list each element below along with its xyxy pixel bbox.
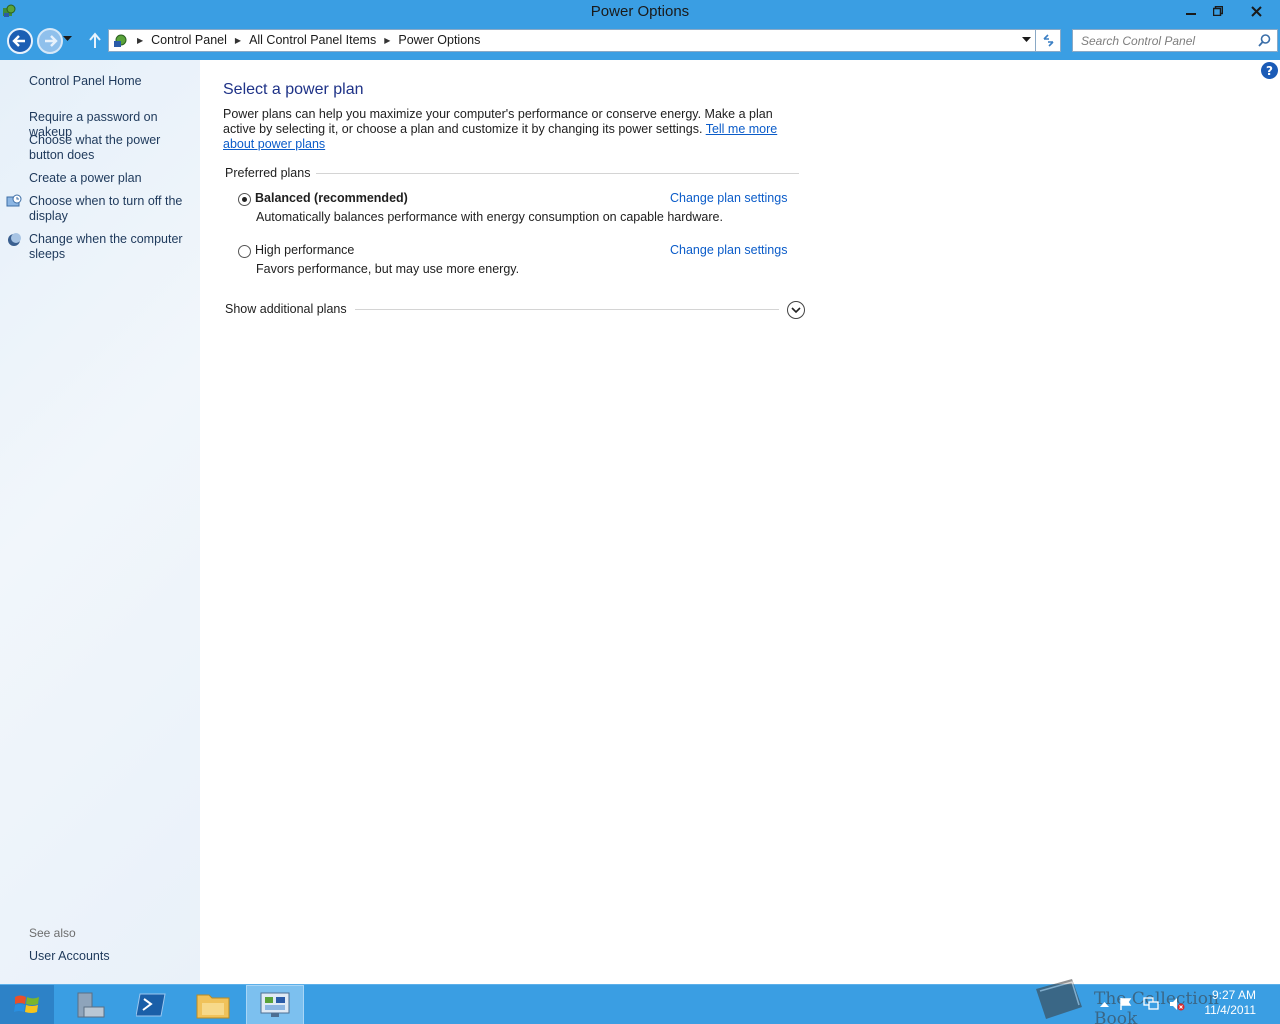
back-button[interactable] [7, 28, 33, 54]
windows-logo-icon [14, 995, 39, 1013]
arrow-up-icon[interactable] [88, 32, 102, 49]
title-bar[interactable]: Power Options [0, 0, 1280, 24]
show-additional-plans[interactable]: Show additional plans [225, 301, 805, 321]
taskbar-control-panel[interactable] [246, 985, 304, 1024]
plan-high-performance-radio[interactable] [238, 245, 251, 258]
window-title: Power Options [590, 3, 690, 20]
clock[interactable]: 9:27 AM 11/4/2011 [1204, 988, 1256, 1018]
control-panel-icon [114, 34, 127, 47]
breadcrumb-separator-icon[interactable]: ▶ [235, 36, 241, 45]
minimize-button[interactable] [1177, 0, 1204, 22]
breadcrumb-power-options[interactable]: Power Options [398, 33, 480, 47]
help-icon[interactable]: ? [1261, 62, 1278, 79]
clock-time: 9:27 AM [1211, 988, 1256, 1002]
chevron-down-icon[interactable] [1022, 37, 1031, 43]
sidebar-create-plan[interactable]: Create a power plan [29, 171, 197, 186]
control-panel-icon [260, 992, 290, 1017]
breadcrumb-separator-icon[interactable]: ▶ [137, 36, 143, 45]
system-tray [1100, 997, 1185, 1011]
plan-balanced-name[interactable]: Balanced (recommended) [255, 191, 408, 205]
sidebar: Control Panel Home Require a password on… [0, 60, 200, 984]
divider [349, 309, 779, 310]
preferred-plans-group: Preferred plans [225, 166, 799, 180]
flag-icon[interactable] [1119, 997, 1133, 1011]
sidebar-control-panel-home[interactable]: Control Panel Home [29, 74, 197, 89]
description-text: Power plans can help you maximize your c… [223, 107, 773, 136]
main-content: ? Select a power plan Power plans can he… [200, 60, 1280, 984]
taskbar-file-explorer[interactable] [184, 985, 242, 1024]
taskbar-powershell[interactable] [122, 985, 180, 1024]
plan-high-performance-name[interactable]: High performance [255, 243, 354, 257]
arrow-right-icon [45, 35, 58, 47]
close-button[interactable] [1234, 0, 1278, 22]
search-box[interactable] [1072, 29, 1278, 52]
folder-icon [196, 994, 230, 1019]
page-description: Power plans can help you maximize your c… [223, 107, 803, 152]
plan-high-performance-change-settings[interactable]: Change plan settings [670, 243, 787, 257]
restore-button[interactable] [1204, 0, 1231, 22]
close-icon [1250, 5, 1262, 17]
display-clock-icon [6, 194, 22, 207]
forward-button[interactable] [37, 28, 63, 54]
address-bar[interactable]: ▶ Control Panel ▶ All Control Panel Item… [108, 29, 1036, 52]
refresh-button[interactable] [1036, 29, 1061, 52]
taskbar: The Collection Book 9:27 AM 11/4/2011 [0, 979, 1280, 1024]
network-icon[interactable] [1143, 997, 1159, 1011]
refresh-icon [1042, 34, 1054, 47]
restore-icon [1212, 6, 1223, 16]
sidebar-computer-sleeps[interactable]: Change when the computer sleeps [29, 232, 197, 262]
chevron-down-icon [791, 306, 801, 313]
plan-balanced-description: Automatically balances performance with … [256, 210, 723, 224]
search-input[interactable] [1081, 31, 1251, 51]
sidebar-power-button[interactable]: Choose what the power button does [29, 133, 197, 163]
breadcrumb: ▶ Control Panel ▶ All Control Panel Item… [135, 33, 480, 47]
plan-balanced-change-settings[interactable]: Change plan settings [670, 191, 787, 205]
clock-date: 11/4/2011 [1204, 1003, 1256, 1017]
see-also-heading: See also [29, 926, 76, 940]
plan-balanced-radio[interactable] [238, 193, 251, 206]
taskbar-server-manager[interactable] [60, 985, 118, 1024]
navigation-bar: ▶ Control Panel ▶ All Control Panel Item… [0, 24, 1280, 60]
chevron-down-icon[interactable] [63, 36, 72, 42]
chevron-up-icon[interactable] [1100, 1001, 1109, 1007]
moon-icon [8, 233, 21, 246]
speaker-muted-icon[interactable] [1169, 997, 1185, 1011]
search-icon[interactable] [1258, 34, 1271, 47]
sidebar-turn-off-display[interactable]: Choose when to turn off the display [29, 194, 197, 224]
sidebar-user-accounts[interactable]: User Accounts [29, 949, 197, 964]
server-manager-icon [77, 992, 105, 1018]
page-title: Select a power plan [223, 81, 364, 98]
breadcrumb-all-items[interactable]: All Control Panel Items [249, 33, 376, 47]
minimize-icon [1185, 13, 1196, 15]
plan-high-performance-description: Favors performance, but may use more ene… [256, 262, 520, 276]
powershell-icon [136, 993, 166, 1017]
show-additional-plans-label[interactable]: Show additional plans [225, 302, 355, 316]
arrow-left-icon [12, 35, 25, 47]
expand-button[interactable] [787, 301, 805, 319]
start-button[interactable] [0, 985, 54, 1024]
breadcrumb-separator-icon[interactable]: ▶ [384, 36, 390, 45]
breadcrumb-control-panel[interactable]: Control Panel [151, 33, 227, 47]
preferred-plans-label: Preferred plans [225, 166, 317, 180]
